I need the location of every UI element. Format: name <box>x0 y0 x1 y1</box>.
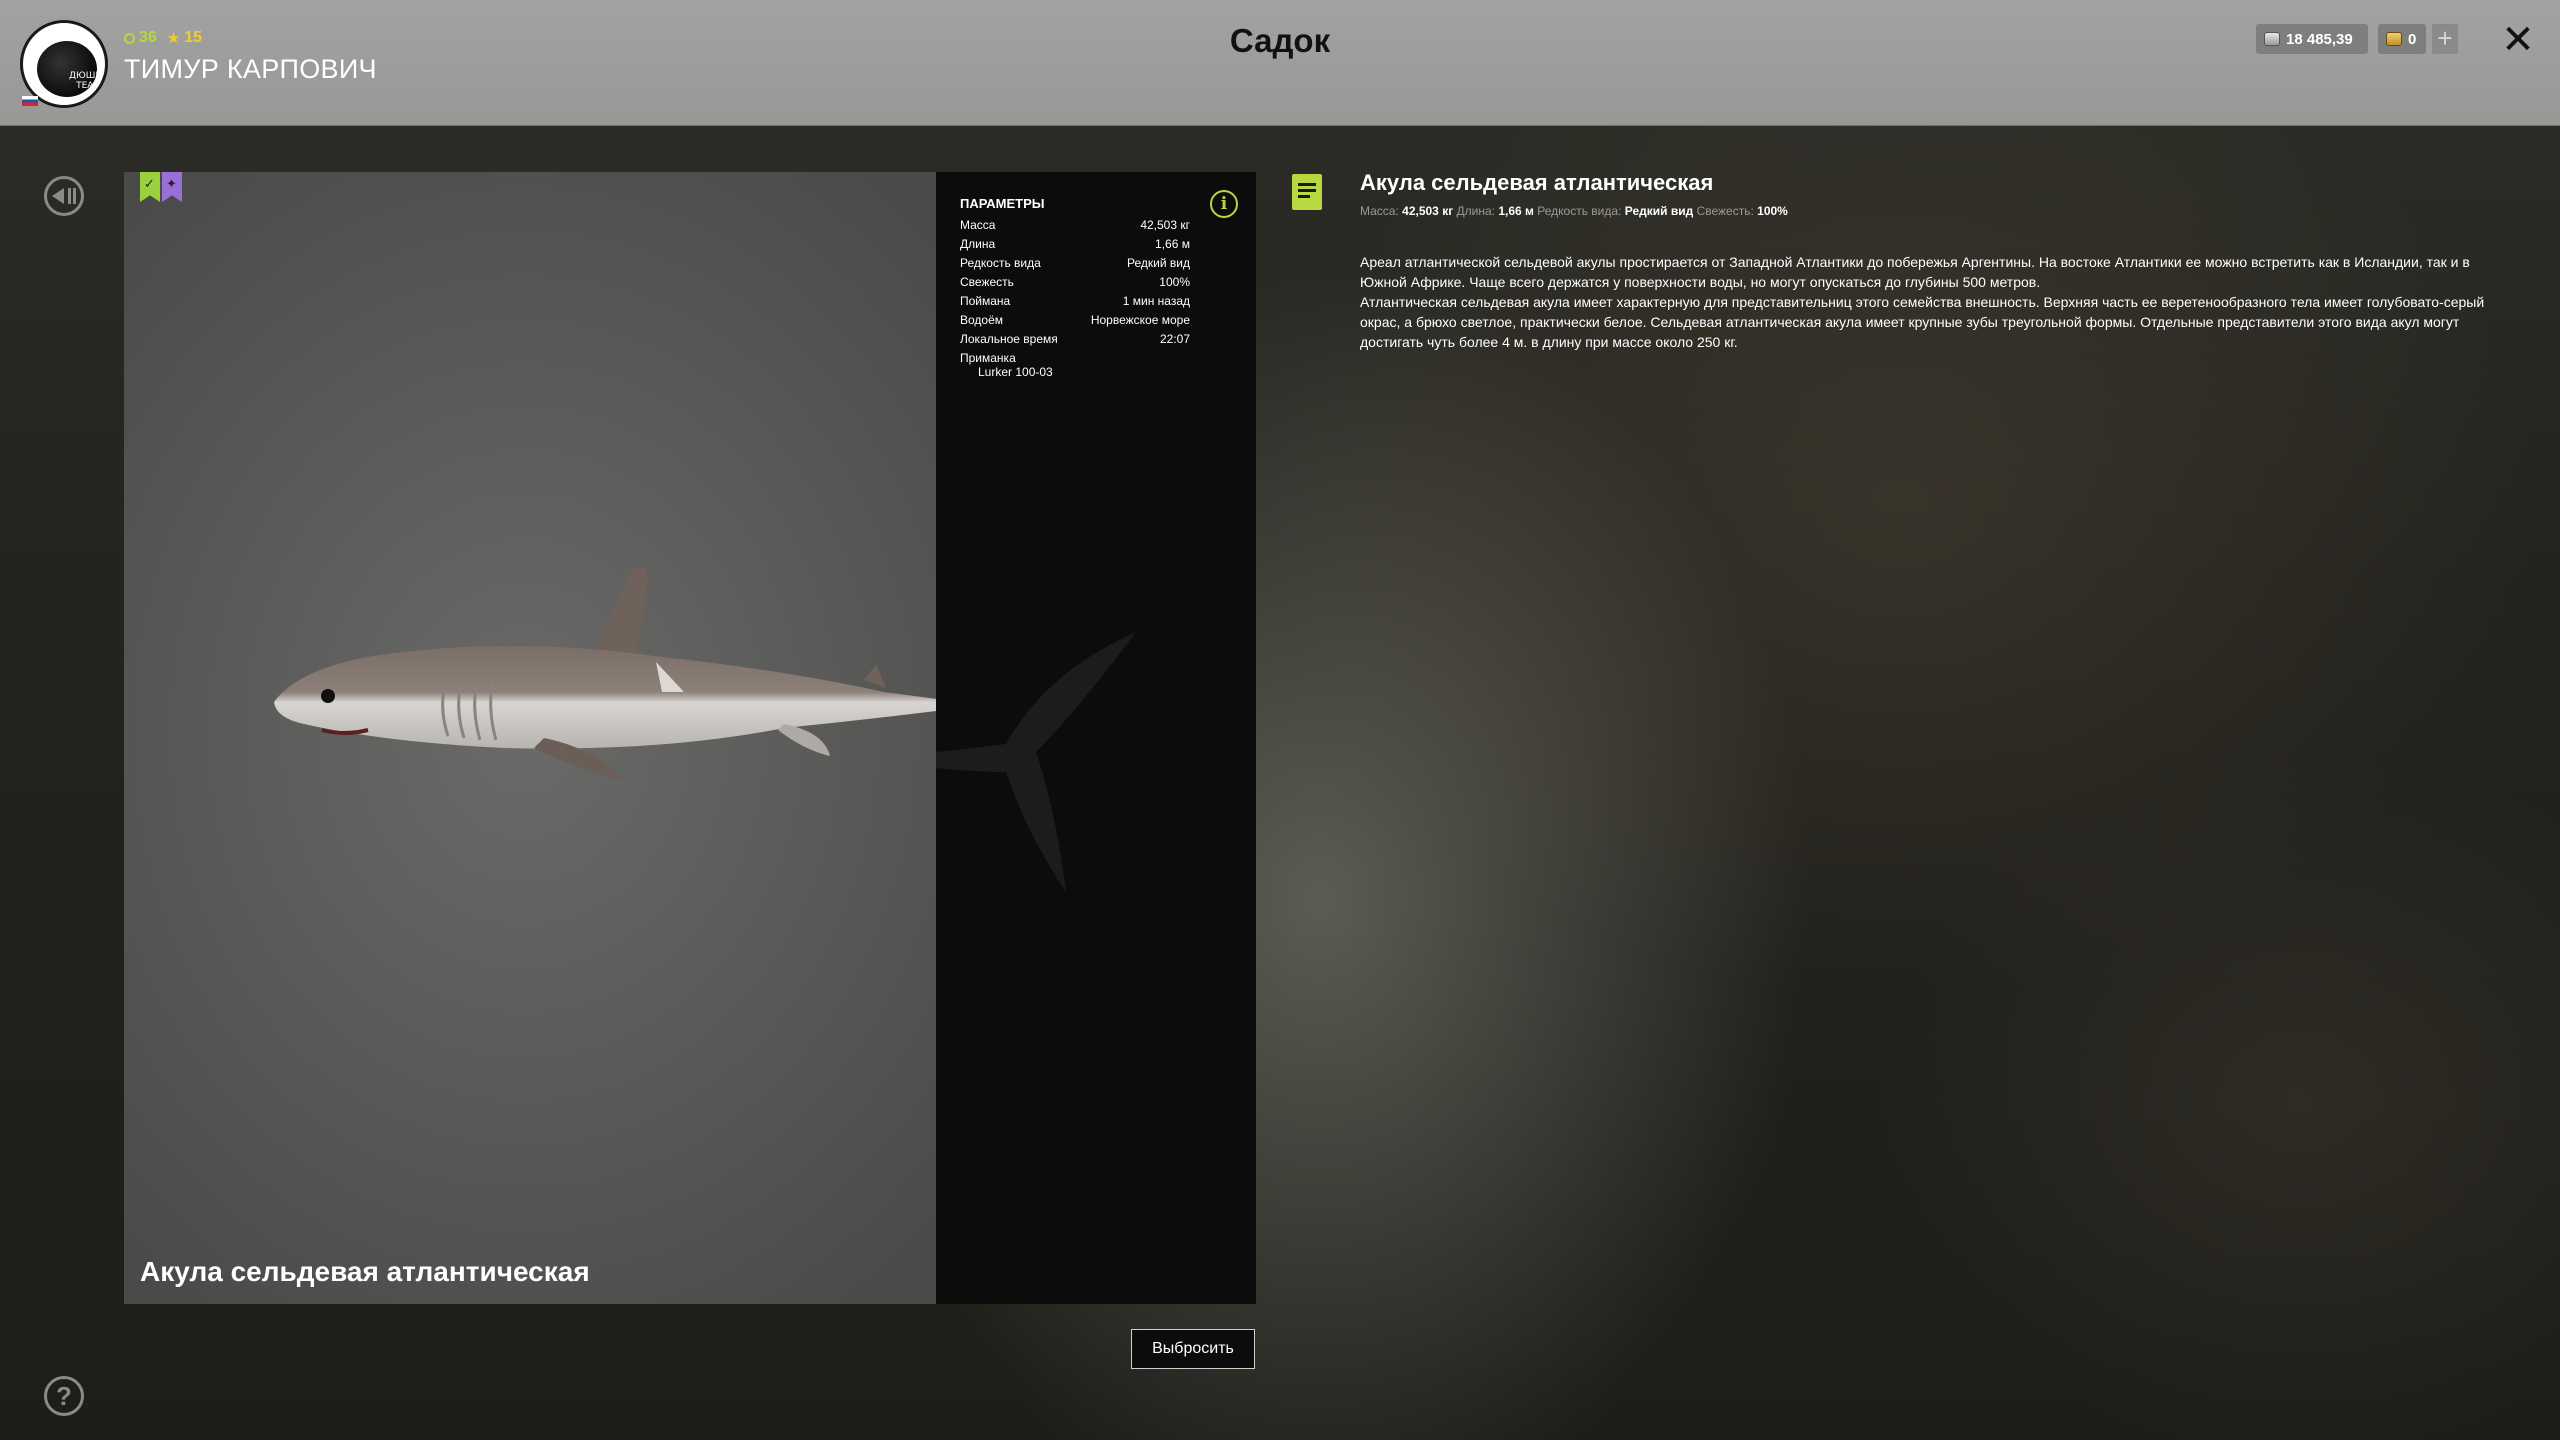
silver-value: 18 485,39 <box>2286 30 2353 48</box>
top-bar: ДЮШИЯ TEAM 36 ★ 15 ТИМУР КАРПОВИЧ Садок … <box>0 0 2560 126</box>
player-avatar[interactable]: ДЮШИЯ TEAM <box>20 20 108 108</box>
param-row-freshness: Свежесть 100% <box>960 275 1190 289</box>
param-value: 42,503 кг <box>1140 218 1190 232</box>
params-title: ПАРАМЕТРЫ <box>960 196 1045 211</box>
param-label: Поймана <box>960 294 1011 308</box>
meta-fresh-label: Свежесть: <box>1696 204 1754 218</box>
param-label: Редкость вида <box>960 256 1041 270</box>
shark-tail-shadow <box>936 632 1136 892</box>
level-value: 36 <box>139 29 157 46</box>
silver-balance: 18 485,39 <box>2256 24 2368 54</box>
back-icon[interactable] <box>44 176 84 216</box>
level-icon <box>124 32 135 44</box>
fish-badges: ✓ ✦ <box>140 172 182 202</box>
gold-coin-icon <box>2386 32 2402 46</box>
param-label: Приманка <box>960 351 1016 365</box>
meta-rarity-value: Редкий вид <box>1624 204 1694 218</box>
info-icon[interactable]: i <box>1210 190 1238 218</box>
param-label: Водоём <box>960 313 1004 327</box>
param-row-waterbody: Водоём Норвежское море <box>960 313 1190 327</box>
shark-model-image <box>274 567 936 780</box>
description-text: Ареал атлантической сельдевой акулы прос… <box>1360 252 2510 352</box>
gold-balance: 0 <box>2378 24 2426 54</box>
bait-value: Lurker 100-03 <box>978 365 1053 379</box>
rating-stat: ★ 15 <box>167 29 202 47</box>
description-paragraph: Ареал атлантической сельдевой акулы прос… <box>1360 254 2470 290</box>
param-value: Норвежское море <box>1090 313 1190 327</box>
param-value: Редкий вид <box>1127 256 1190 270</box>
meta-length-label: Длина: <box>1456 204 1496 218</box>
add-gold-button[interactable]: + <box>2432 24 2458 54</box>
meta-length-value: 1,66 м <box>1498 204 1534 218</box>
param-row-length: Длина 1,66 м <box>960 237 1190 251</box>
param-value: 1,66 м <box>1155 237 1190 251</box>
param-row-bait: Приманка <box>960 351 1190 365</box>
meta-rarity-label: Редкость вида: <box>1537 204 1622 218</box>
description-title: Акула сельдевая атлантическая <box>1360 170 1714 195</box>
release-button[interactable]: Выбросить <box>1131 1329 1255 1369</box>
rating-value: 15 <box>184 29 203 46</box>
parameters-panel: ПАРАМЕТРЫ i Масса 42,503 кг Длина 1,66 м… <box>936 172 1256 1304</box>
avatar-text: ДЮШИЯ TEAM <box>69 71 108 91</box>
param-value: 100% <box>1159 275 1190 289</box>
trophy-badge-icon: ✓ <box>140 172 160 202</box>
player-name[interactable]: ТИМУР КАРПОВИЧ <box>124 54 377 85</box>
description-paragraph: Атлантическая сельдевая акула имеет хара… <box>1360 294 2485 350</box>
back-bars-shape <box>68 188 76 204</box>
russia-flag-icon <box>22 96 38 106</box>
param-row-local-time: Локальное время 22:07 <box>960 332 1190 346</box>
param-label: Локальное время <box>960 332 1058 346</box>
gold-value: 0 <box>2408 30 2417 48</box>
fish-3d-viewer[interactable]: ✓ ✦ Акула сельдевая атлантическая <box>124 172 936 1304</box>
meta-fresh-value: 100% <box>1757 204 1788 218</box>
param-label: Масса <box>960 218 996 232</box>
rare-badge-icon: ✦ <box>162 172 182 202</box>
level-stat: 36 <box>124 29 157 47</box>
param-row-caught: Поймана 1 мин назад <box>960 294 1190 308</box>
player-stats: 36 ★ 15 <box>124 29 202 47</box>
description-meta: Масса: 42,503 кг Длина: 1,66 м Редкость … <box>1360 204 1788 218</box>
param-label: Свежесть <box>960 275 1014 289</box>
meta-mass-value: 42,503 кг <box>1402 204 1454 218</box>
meta-mass-label: Масса: <box>1360 204 1399 218</box>
back-arrow-shape <box>52 188 64 204</box>
param-label: Длина <box>960 237 996 251</box>
star-icon: ★ <box>166 30 181 47</box>
document-icon <box>1292 174 1322 210</box>
page-title: Садок <box>1229 22 1331 59</box>
silver-coin-icon <box>2264 32 2280 46</box>
param-value: 22:07 <box>1159 332 1190 346</box>
help-icon[interactable]: ? <box>44 1376 84 1416</box>
param-row-mass: Масса 42,503 кг <box>960 218 1190 232</box>
param-value: 1 мин назад <box>1122 294 1190 308</box>
fish-name-caption: Акула сельдевая атлантическая <box>140 1256 590 1287</box>
param-row-rarity: Редкость вида Редкий вид <box>960 256 1190 270</box>
close-icon[interactable]: ✕ <box>2500 20 2536 60</box>
